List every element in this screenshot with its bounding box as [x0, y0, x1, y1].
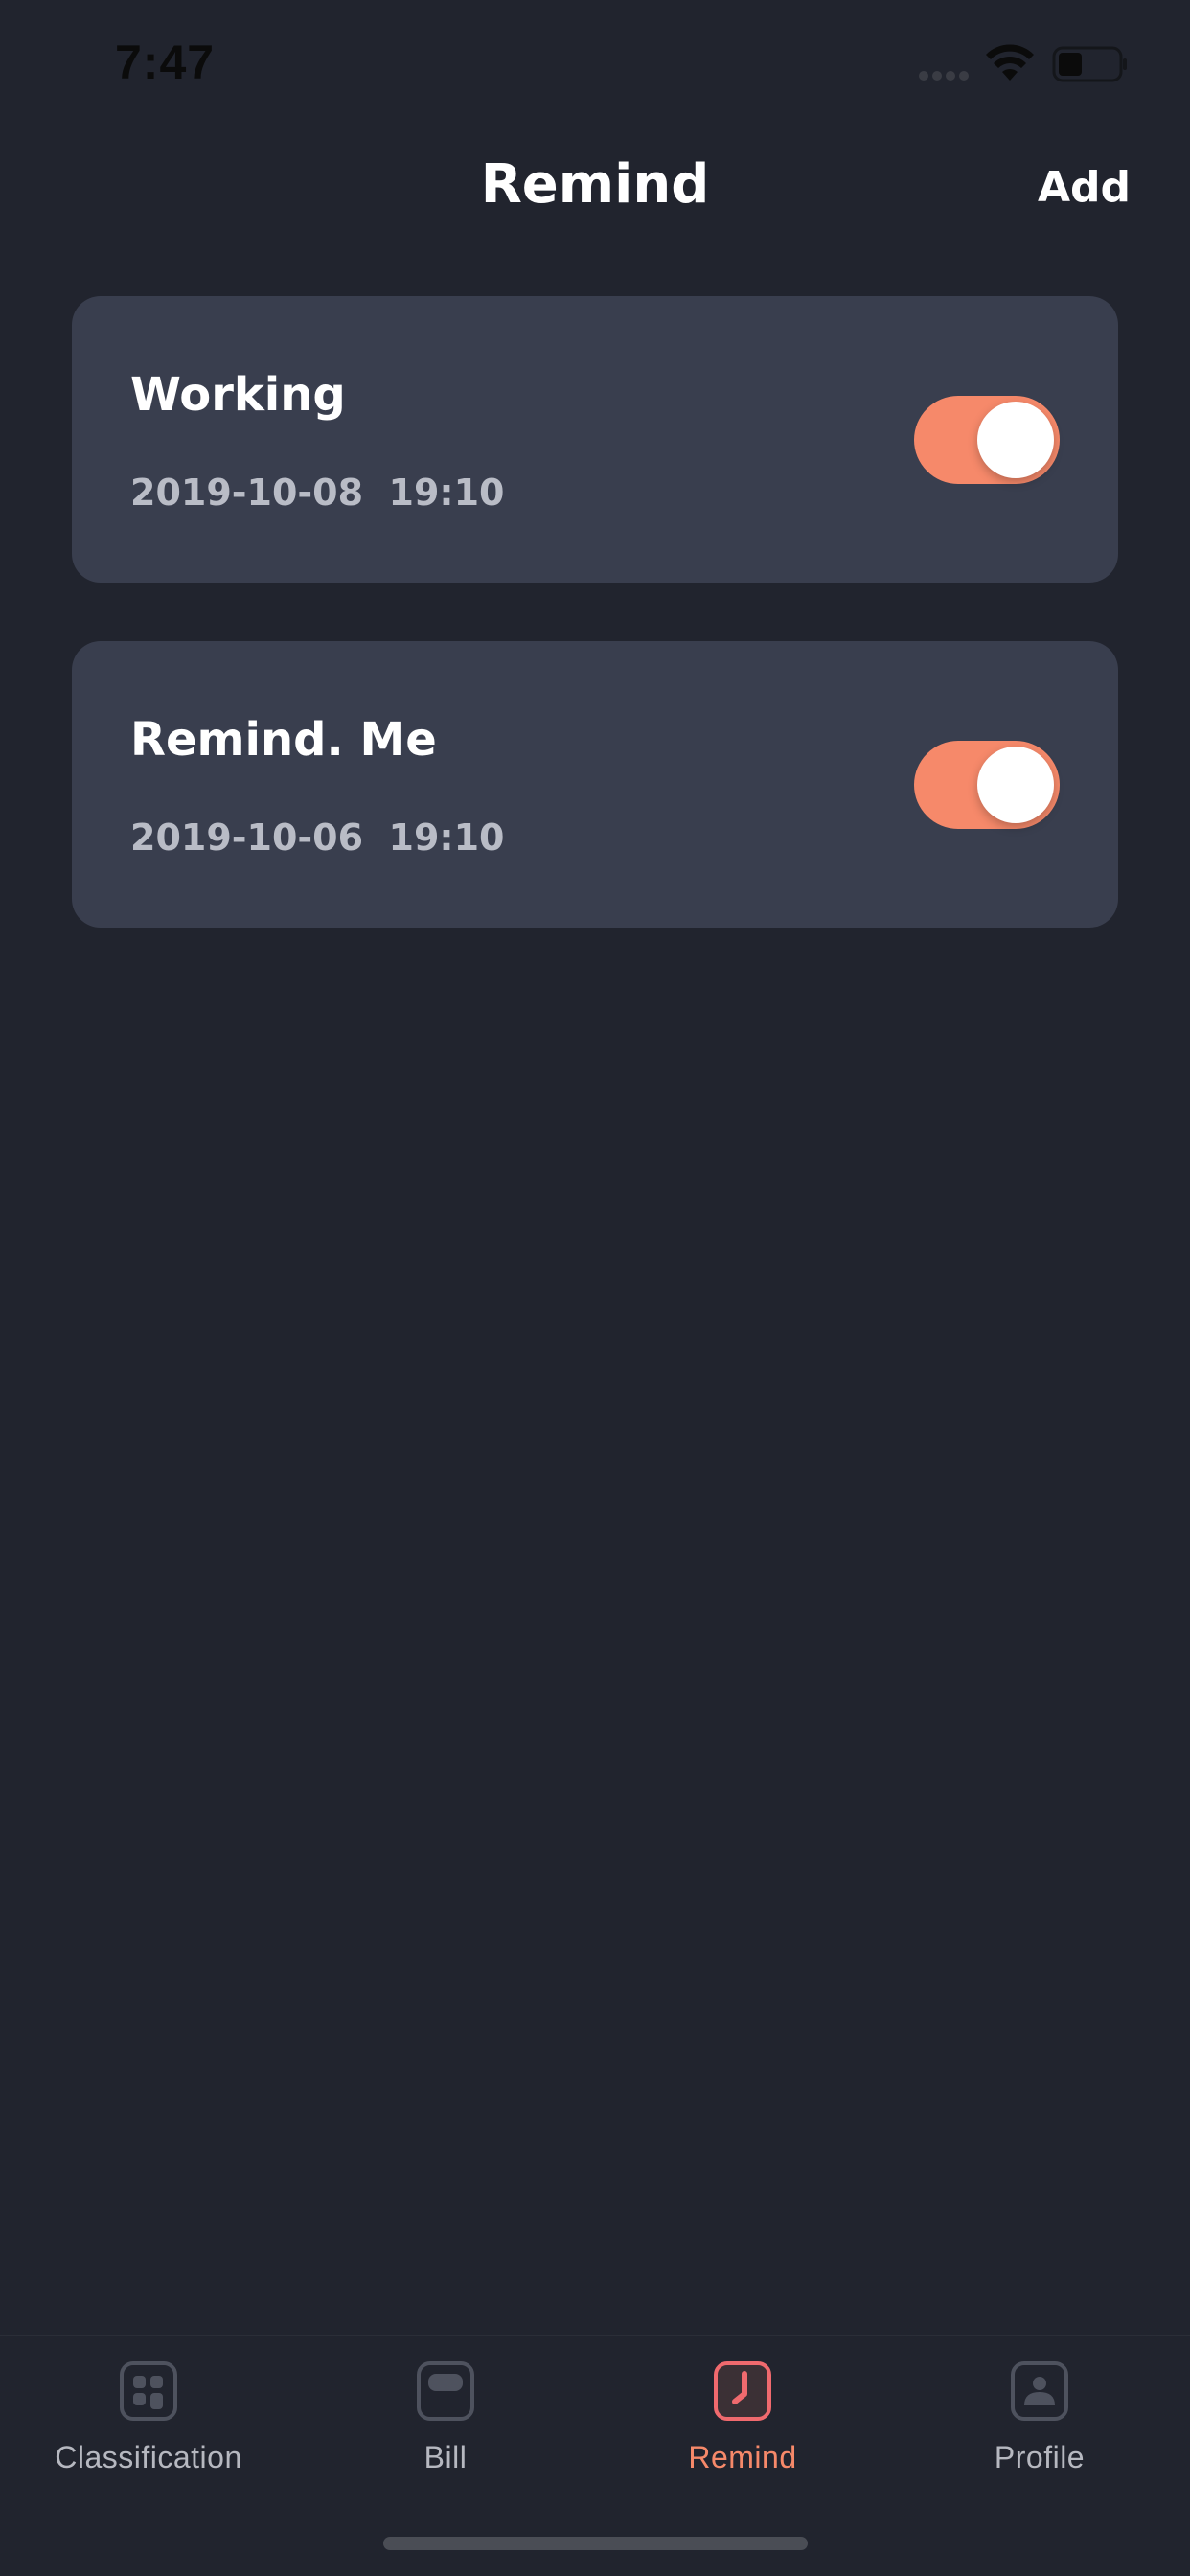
add-reminder-button[interactable]: Add — [1038, 163, 1131, 212]
home-indicator[interactable] — [383, 2537, 808, 2550]
reminder-card[interactable]: Working 2019-10-08 19:10 — [72, 296, 1118, 583]
reminder-title: Remind. Me — [130, 713, 437, 767]
status-time: 7:47 — [115, 35, 216, 89]
tab-remind[interactable]: Remind — [594, 2336, 891, 2528]
reminder-card[interactable]: Remind. Me 2019-10-06 19:10 — [72, 641, 1118, 928]
tab-label: Profile — [994, 2440, 1086, 2474]
tab-label: Bill — [423, 2440, 468, 2474]
reminder-datetime: 2019-10-06 19:10 — [130, 816, 505, 859]
reminder-datetime: 2019-10-08 19:10 — [130, 472, 505, 514]
clock-icon — [714, 2361, 771, 2421]
profile-icon — [1011, 2361, 1068, 2421]
classification-icon — [120, 2361, 177, 2421]
reminder-toggle[interactable] — [914, 741, 1060, 829]
reminder-list: Working 2019-10-08 19:10 Remind. Me 2019… — [72, 296, 1118, 986]
bill-icon — [417, 2361, 474, 2421]
toggle-knob — [977, 747, 1054, 823]
page-title: Remind — [480, 153, 710, 216]
status-bar: 7:47 — [0, 0, 1190, 125]
wifi-icon — [986, 44, 1034, 80]
remind-screen: 7:47 Remind Add Working 2019-10-08 19:10 — [0, 0, 1190, 2576]
battery-icon — [1052, 46, 1127, 82]
reminder-toggle[interactable] — [914, 396, 1060, 484]
toggle-knob — [977, 402, 1054, 478]
tab-label: Remind — [688, 2440, 797, 2474]
header: Remind Add — [0, 144, 1190, 230]
tab-label: Classification — [55, 2440, 242, 2474]
cellular-signal-icon — [919, 71, 969, 80]
reminder-title: Working — [130, 368, 346, 422]
tab-bill[interactable]: Bill — [297, 2336, 594, 2528]
tab-classification[interactable]: Classification — [0, 2336, 297, 2528]
tab-profile[interactable]: Profile — [891, 2336, 1188, 2528]
